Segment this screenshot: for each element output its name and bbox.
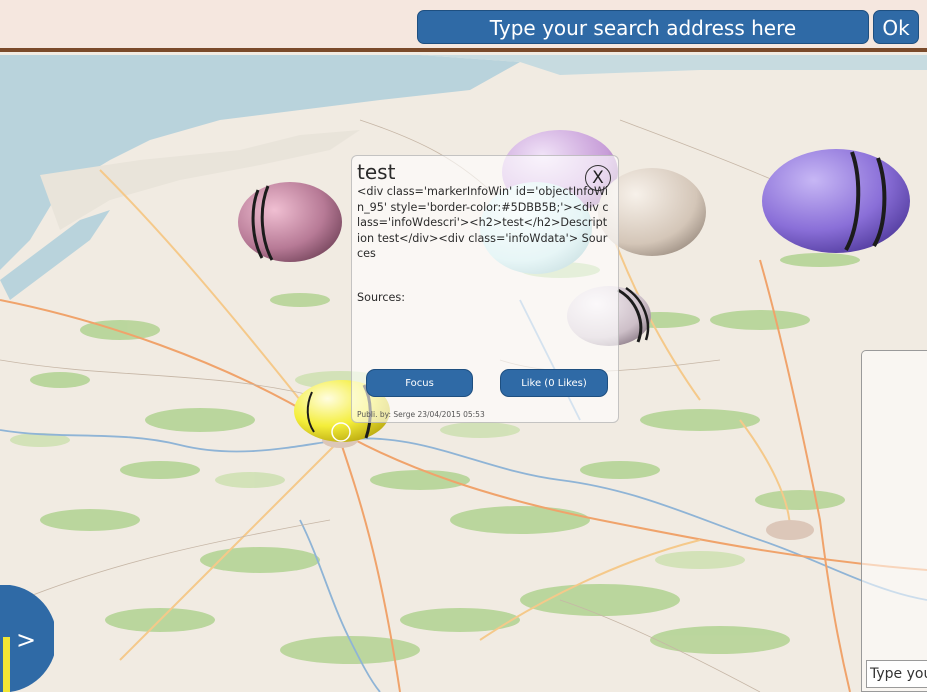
open-panel-button[interactable]: > (0, 585, 54, 692)
side-panel-search-input[interactable]: Type your (866, 660, 927, 688)
side-panel: Type your (861, 350, 927, 692)
marker-info-window: test X <div class='markerInfoWin' id='ob… (351, 155, 619, 423)
chevron-right-icon: > (16, 626, 36, 654)
focus-button[interactable]: Focus (366, 369, 473, 397)
info-title: test (357, 160, 396, 184)
info-sources-label: Sources: (357, 291, 406, 304)
top-bar: Type your search address here Ok (0, 0, 927, 52)
info-raw-html: <div class='markerInfoWin' id='objectInf… (357, 185, 609, 260)
search-input[interactable]: Type your search address here (417, 10, 869, 44)
like-button[interactable]: Like (0 Likes) (500, 369, 608, 397)
marker-egg-purple[interactable] (762, 149, 910, 253)
published-by-text: Publi. by: Serge 23/04/2015 05:53 (357, 410, 485, 419)
marker-egg-pink[interactable] (238, 182, 342, 262)
ok-button[interactable]: Ok (873, 10, 919, 44)
